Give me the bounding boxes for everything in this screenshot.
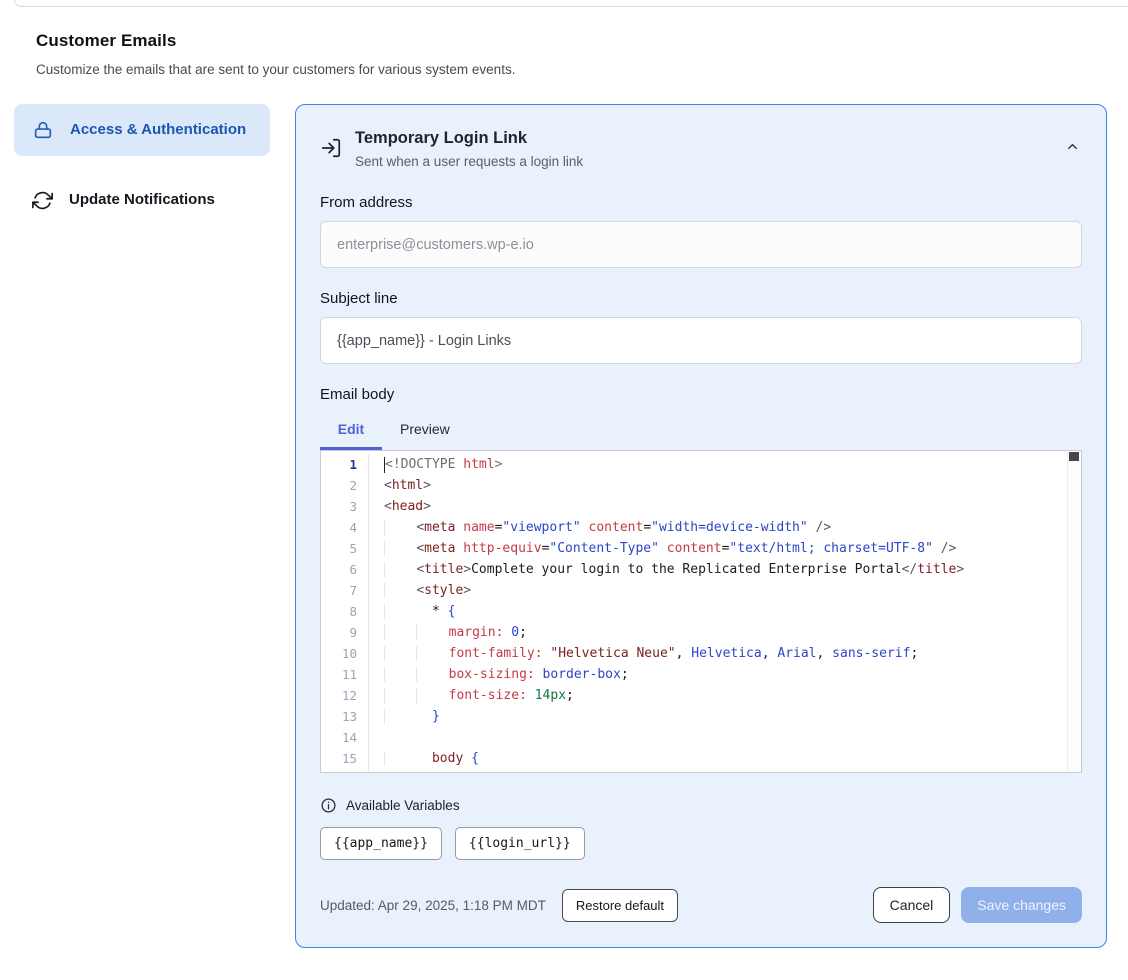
line-number: 3 xyxy=(321,496,368,517)
panel-header-text: Temporary Login Link Sent when a user re… xyxy=(355,129,583,169)
collapse-panel-button[interactable] xyxy=(1065,139,1080,157)
code-line[interactable]: <style> xyxy=(384,580,1057,601)
code-line[interactable]: <html> xyxy=(384,475,1057,496)
restore-default-button[interactable]: Restore default xyxy=(562,889,678,922)
sidebar-item-label: Access & Authentication xyxy=(70,118,246,142)
chevron-up-icon xyxy=(1065,139,1080,157)
code-line[interactable]: margin: 0; xyxy=(384,622,1057,643)
code-line[interactable]: font-size: 14px; xyxy=(384,685,1057,706)
panel-footer: Updated: Apr 29, 2025, 1:18 PM MDT Resto… xyxy=(320,887,1082,923)
cancel-button[interactable]: Cancel xyxy=(873,887,951,923)
editor-code[interactable]: <!DOCTYPE html><html><head> <meta name="… xyxy=(369,454,1081,773)
panel-title: Temporary Login Link xyxy=(355,129,583,148)
refresh-icon xyxy=(32,190,53,211)
updated-timestamp: Updated: Apr 29, 2025, 1:18 PM MDT xyxy=(320,898,546,913)
info-icon[interactable] xyxy=(320,797,337,814)
variable-chip-app-name[interactable]: {{app_name}} xyxy=(320,827,442,860)
code-line[interactable] xyxy=(384,727,1057,748)
subject-line-label: Subject line xyxy=(320,290,1082,307)
panel-header: Temporary Login Link Sent when a user re… xyxy=(320,129,1082,169)
code-line[interactable]: background-color: #f5f8fb; xyxy=(384,769,1057,773)
content: Access & Authentication Update Notificat… xyxy=(14,104,1107,948)
code-line[interactable]: <head> xyxy=(384,496,1057,517)
line-number: 13 xyxy=(321,706,368,727)
line-number: 14 xyxy=(321,727,368,748)
tab-edit[interactable]: Edit xyxy=(320,409,382,450)
page-subtitle: Customize the emails that are sent to yo… xyxy=(36,62,1092,77)
code-line[interactable]: <!DOCTYPE html> xyxy=(384,454,1057,475)
line-number: 5 xyxy=(321,538,368,559)
editor-inner: 12345678910111213141516 <!DOCTYPE html><… xyxy=(321,451,1081,773)
top-card-edge xyxy=(14,0,1128,7)
variable-chip-login-url[interactable]: {{login_url}} xyxy=(455,827,585,860)
subject-line-input[interactable] xyxy=(320,317,1082,364)
code-line[interactable]: <meta http-equiv="Content-Type" content=… xyxy=(384,538,1057,559)
code-line[interactable]: <title>Complete your login to the Replic… xyxy=(384,559,1057,580)
sidebar: Access & Authentication Update Notificat… xyxy=(14,104,270,226)
from-address-label: From address xyxy=(320,194,1082,211)
code-editor[interactable]: 12345678910111213141516 <!DOCTYPE html><… xyxy=(320,450,1082,773)
save-changes-button[interactable]: Save changes xyxy=(961,887,1082,923)
lock-icon xyxy=(32,119,54,141)
line-number: 16 xyxy=(321,769,368,773)
code-line[interactable]: <meta name="viewport" content="width=dev… xyxy=(384,517,1057,538)
variable-chips: {{app_name}} {{login_url}} xyxy=(320,827,1082,860)
line-number: 2 xyxy=(321,475,368,496)
code-line[interactable]: * { xyxy=(384,601,1057,622)
page-header: Customer Emails Customize the emails tha… xyxy=(36,31,1092,77)
footer-actions: Cancel Save changes xyxy=(873,887,1082,923)
line-number: 15 xyxy=(321,748,368,769)
code-line[interactable]: font-family: "Helvetica Neue", Helvetica… xyxy=(384,643,1057,664)
line-number: 7 xyxy=(321,580,368,601)
line-number: 8 xyxy=(321,601,368,622)
line-number: 9 xyxy=(321,622,368,643)
line-number: 1 xyxy=(321,454,368,475)
email-body-tabs: Edit Preview xyxy=(320,409,1082,450)
available-variables-row: Available Variables xyxy=(320,797,1082,814)
page-title: Customer Emails xyxy=(36,31,1092,51)
code-line[interactable]: body { xyxy=(384,748,1057,769)
sidebar-item-update-notifications[interactable]: Update Notifications xyxy=(14,174,270,226)
editor-scrollbar[interactable] xyxy=(1067,452,1080,771)
sidebar-item-access-authentication[interactable]: Access & Authentication xyxy=(14,104,270,156)
email-body-label: Email body xyxy=(320,386,1082,403)
line-number: 4 xyxy=(321,517,368,538)
code-line[interactable]: } xyxy=(384,706,1057,727)
email-settings-panel: Temporary Login Link Sent when a user re… xyxy=(295,104,1107,948)
scrollbar-thumb[interactable] xyxy=(1069,452,1079,461)
from-address-field: From address xyxy=(320,194,1082,268)
sidebar-item-label: Update Notifications xyxy=(69,188,215,212)
login-icon xyxy=(320,137,342,159)
code-line[interactable]: box-sizing: border-box; xyxy=(384,664,1057,685)
line-number: 10 xyxy=(321,643,368,664)
line-number: 11 xyxy=(321,664,368,685)
available-variables-label: Available Variables xyxy=(346,798,460,813)
tab-preview[interactable]: Preview xyxy=(382,409,468,450)
line-number: 12 xyxy=(321,685,368,706)
line-number: 6 xyxy=(321,559,368,580)
editor-gutter: 12345678910111213141516 xyxy=(321,454,369,773)
subject-line-field: Subject line xyxy=(320,290,1082,364)
from-address-input[interactable] xyxy=(320,221,1082,268)
panel-subtitle: Sent when a user requests a login link xyxy=(355,154,583,169)
